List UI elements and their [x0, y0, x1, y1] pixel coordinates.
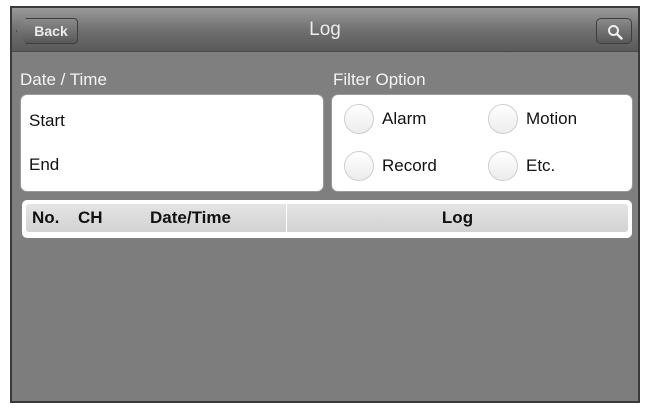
log-screen: Back Log Date / Time Filter Option Start…: [10, 6, 640, 403]
log-list-area[interactable]: [12, 240, 638, 401]
column-header-log[interactable]: Log: [286, 204, 628, 232]
column-header-no[interactable]: No.: [32, 204, 59, 232]
radio-circle-icon: [488, 151, 518, 181]
navigation-bar: Back Log: [12, 8, 638, 52]
filter-option-section-label: Filter Option: [333, 70, 426, 89]
filter-etc-label: Etc.: [526, 156, 556, 175]
column-header-date-time[interactable]: Date/Time: [150, 204, 231, 232]
page-title: Log: [309, 19, 341, 40]
filter-alarm-radio[interactable]: Alarm: [344, 104, 464, 134]
filter-etc-radio[interactable]: Etc.: [488, 151, 618, 181]
radio-circle-icon: [488, 104, 518, 134]
start-time-field[interactable]: Start: [29, 111, 65, 131]
table-header-bar: No. CH Date/Time Log: [26, 204, 628, 232]
date-time-section-label: Date / Time: [20, 70, 107, 89]
filter-motion-radio[interactable]: Motion: [488, 104, 618, 134]
filter-record-radio[interactable]: Record: [344, 151, 464, 181]
search-icon: [608, 25, 623, 40]
filter-alarm-label: Alarm: [382, 109, 427, 128]
log-table-header: No. CH Date/Time Log: [22, 200, 632, 238]
radio-circle-icon: [344, 104, 374, 134]
filter-record-label: Record: [382, 156, 437, 175]
column-header-ch[interactable]: CH: [78, 204, 103, 232]
search-button[interactable]: [596, 18, 632, 44]
radio-circle-icon: [344, 151, 374, 181]
end-time-field[interactable]: End: [29, 155, 59, 175]
date-time-panel: Start End: [20, 94, 324, 192]
filter-option-panel: Alarm Motion Record Etc.: [331, 94, 633, 192]
filter-motion-label: Motion: [526, 109, 578, 128]
